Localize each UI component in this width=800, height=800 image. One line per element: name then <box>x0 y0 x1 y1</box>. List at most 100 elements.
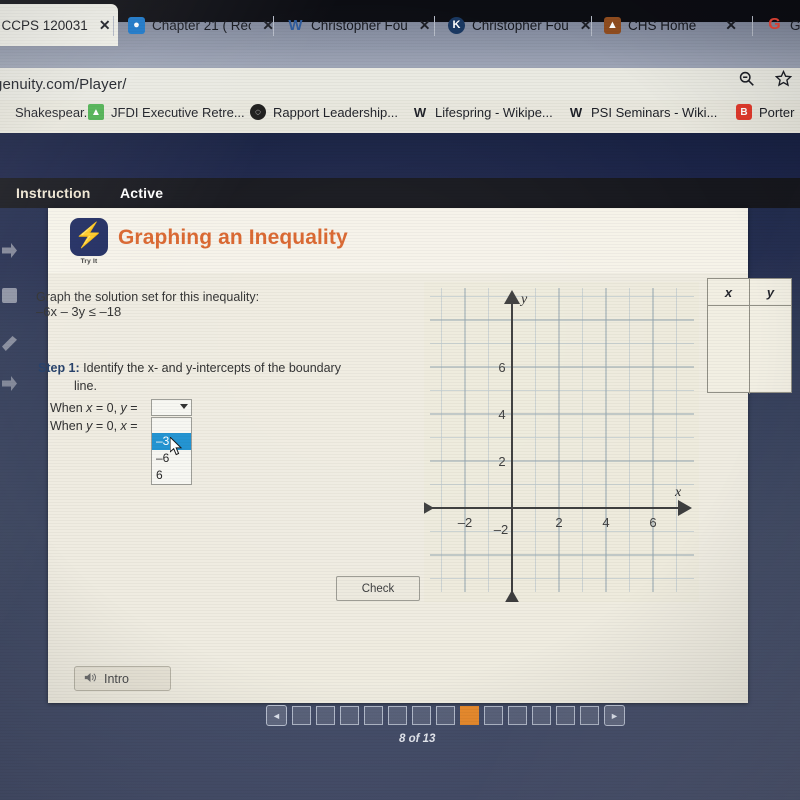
contacts-favicon-icon: ● <box>128 16 145 34</box>
pager-status: 8 of 13 <box>399 733 436 745</box>
pager-step-13[interactable] <box>580 706 599 725</box>
check-button[interactable]: Check <box>336 576 420 601</box>
y-tick-2: 2 <box>498 454 505 469</box>
tab-close-icon[interactable]: ✕ <box>580 17 592 34</box>
bookmark-label: JFDI Executive Retre... <box>111 104 245 120</box>
row-after: = <box>126 401 138 415</box>
x-tick-2: 2 <box>555 515 562 530</box>
row-text-before: When <box>50 401 87 415</box>
bookmark-label: Porter <box>759 104 795 120</box>
browser-tab-title: G <box>790 17 800 33</box>
coordinate-plane-svg: y x 6 4 2 –2 –2 2 4 6 <box>424 282 699 602</box>
bookmark-2[interactable]: ◌ Rapport Leadership... <box>250 104 398 120</box>
pager-step-5[interactable] <box>388 706 407 725</box>
intro-button-label: Intro <box>104 671 130 686</box>
pager-step-2[interactable] <box>316 706 335 725</box>
y-intercept-select[interactable] <box>151 399 192 416</box>
tab-close-icon[interactable]: ✕ <box>725 17 737 34</box>
browser-tab-2[interactable]: W Christopher Fou ✕ <box>281 4 439 46</box>
browser-tab-5[interactable]: G G <box>760 4 800 46</box>
screen-photo: C CCPS 120031 ✕ ● Chapter 21 ( Rec ✕ W C… <box>0 0 800 800</box>
pager-step-3[interactable] <box>340 706 359 725</box>
inequality-expression: –6x – 3y ≤ –18 <box>36 304 122 319</box>
bookmark-label: Rapport Leadership... <box>273 104 399 120</box>
xy-table[interactable]: x y <box>707 278 792 394</box>
pager-step-1[interactable] <box>292 706 311 725</box>
y-tick-4: 4 <box>498 407 505 422</box>
browser-tab-0[interactable]: C CCPS 120031 ✕ <box>0 4 118 46</box>
step-label: Step 1: <box>38 361 80 375</box>
xy-table-header-row: x y <box>708 279 791 306</box>
x-tick-6: 6 <box>649 515 656 530</box>
try-it-badge-label: Try It <box>80 258 98 265</box>
intro-button[interactable]: Intro <box>74 666 171 691</box>
coordinate-plane[interactable]: y x 6 4 2 –2 –2 2 4 6 <box>424 282 699 602</box>
rail-arrow-icon[interactable] <box>2 243 17 258</box>
xy-table-header-x: x <box>708 279 750 305</box>
bookmark-5[interactable]: B Porter <box>736 104 794 120</box>
browser-tab-4[interactable]: ▲ CHS Home ✕ <box>598 4 760 46</box>
blogger-favicon-icon: B <box>736 104 752 120</box>
rail-pencil-icon[interactable] <box>2 336 17 351</box>
bookmark-0[interactable]: Shakespear... <box>0 104 95 120</box>
pager-step-11[interactable] <box>532 706 551 725</box>
xy-table-cell-y[interactable] <box>750 306 791 394</box>
y-axis-label: y <box>519 292 528 307</box>
select-option-blank[interactable] <box>152 418 191 433</box>
wikipedia-favicon-icon: W <box>569 104 583 120</box>
tab-active[interactable]: Active <box>120 185 163 201</box>
rail-note-icon[interactable] <box>2 288 17 303</box>
lesson-card: ⚡ Try It Graphing an Inequality Graph th… <box>36 208 792 703</box>
select-option-6[interactable]: 6 <box>152 467 191 484</box>
chs-home-favicon-icon: ▲ <box>604 16 621 34</box>
tab-close-icon[interactable]: ✕ <box>99 17 111 34</box>
pager-step-7[interactable] <box>436 706 455 725</box>
zoom-out-icon[interactable] <box>738 70 755 92</box>
try-it-badge: ⚡ <box>70 218 108 256</box>
bookmark-label: PSI Seminars - Wiki... <box>591 104 718 120</box>
rail-arrow2-icon[interactable] <box>2 376 17 391</box>
player-left-rail <box>0 208 20 408</box>
browser-tab-title: CHS Home <box>628 17 697 33</box>
step-text: Identify the x- and y-intercepts of the … <box>83 361 341 375</box>
x-tick-minus2: –2 <box>458 515 472 530</box>
pager-step-9[interactable] <box>484 706 503 725</box>
pager-next-button[interactable]: ► <box>604 705 625 726</box>
browser-tab-title: C CCPS 120031 <box>0 17 88 33</box>
pager-step-12[interactable] <box>556 706 575 725</box>
bookmark-4[interactable]: W PSI Seminars - Wiki... <box>568 104 718 120</box>
pager-step-8[interactable] <box>460 706 479 725</box>
bookmark-star-icon[interactable] <box>774 69 793 92</box>
x-tick-4: 4 <box>602 515 609 530</box>
player-header-strip <box>0 133 800 178</box>
globe-favicon-icon: ◌ <box>250 104 266 120</box>
google-favicon-icon: G <box>768 16 781 33</box>
pager-step-10[interactable] <box>508 706 527 725</box>
xy-table-cell-x[interactable] <box>708 306 750 394</box>
speaker-icon <box>84 671 97 687</box>
lightning-bolt-icon: ⚡ <box>74 222 104 249</box>
xy-table-header-y: y <box>766 284 775 300</box>
xy-table-body[interactable] <box>708 306 791 394</box>
tab-instruction[interactable]: Instruction <box>16 185 91 201</box>
browser-tab-title: Chapter 21 ( Rec <box>152 17 252 33</box>
pager-step-6[interactable] <box>412 706 431 725</box>
browser-tab-1[interactable]: ● Chapter 21 ( Rec ✕ <box>122 4 280 46</box>
chevron-down-icon[interactable] <box>180 404 188 409</box>
browser-tab-title: Christopher Fou <box>472 17 569 33</box>
bookmark-1[interactable]: ▲ JFDI Executive Retre... <box>88 104 245 120</box>
x-axis-label: x <box>674 485 682 500</box>
bookmark-3[interactable]: W Lifespring - Wikipe... <box>412 104 553 120</box>
intercept-row-x0: When x = 0, y = <box>50 401 138 415</box>
tab-close-icon[interactable]: ✕ <box>419 17 431 34</box>
browser-tab-title: Christopher Fou <box>311 17 408 33</box>
intercept-row-y0: When y = 0, x = <box>50 419 138 433</box>
address-bar-url: genuity.com/Player/ <box>0 76 127 93</box>
row-after: = <box>126 419 138 433</box>
toolbar-icons <box>738 69 793 92</box>
bookmark-label: Shakespear... <box>15 104 95 120</box>
row-mid: = 0, <box>92 419 121 433</box>
browser-tab-3[interactable]: K Christopher Fou ✕ <box>442 4 600 46</box>
pager-prev-button[interactable]: ◄ <box>266 705 287 726</box>
pager-step-4[interactable] <box>364 706 383 725</box>
